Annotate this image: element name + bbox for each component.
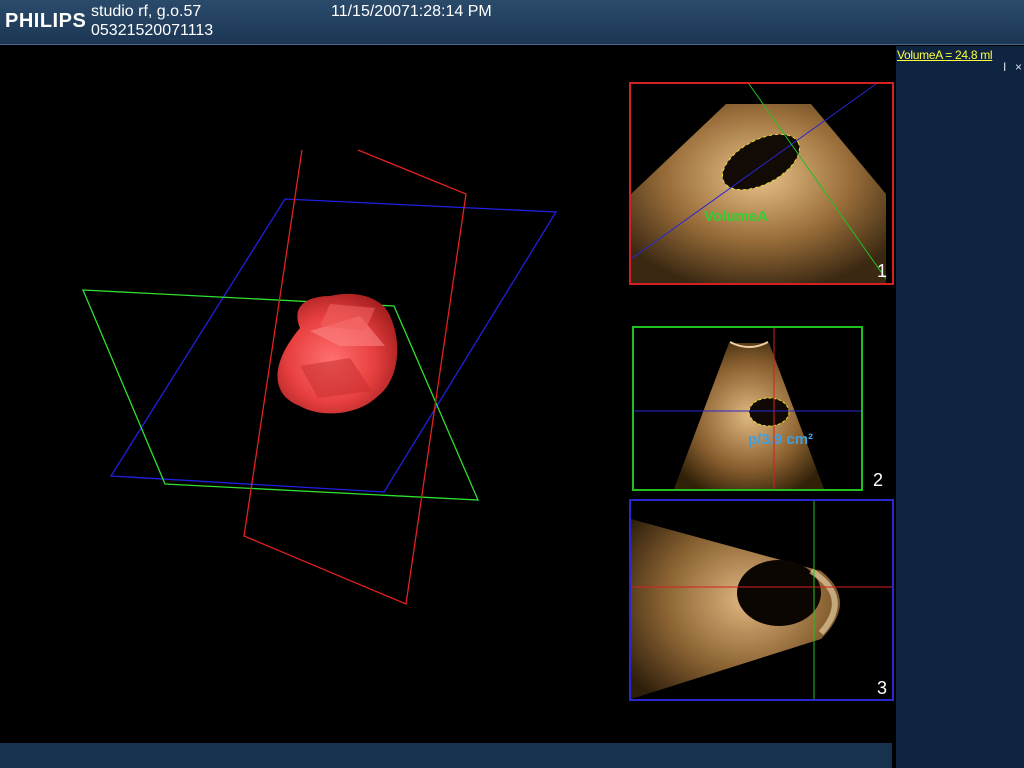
header-bar: PHILIPS studio rf, g.o.57 05321520071113…	[0, 0, 1024, 45]
view-2-annotation: p/3.9 cm²	[748, 431, 814, 448]
volume-measurement-label[interactable]: VolumeA = 24.8 ml	[897, 48, 993, 62]
ultrasound-view-2[interactable]: p/3.9 cm²	[632, 326, 863, 491]
text-cursor-icon[interactable]: I	[1003, 60, 1006, 74]
close-icon[interactable]: ×	[1015, 60, 1022, 74]
footer-bar	[0, 743, 892, 768]
green-plane	[81, 289, 480, 501]
view-2-image	[634, 328, 861, 489]
measurement-side-panel	[896, 46, 1024, 768]
study-datetime: 11/15/20071:28:14 PM	[331, 3, 492, 20]
study-name: studio rf, g.o.57	[91, 3, 202, 20]
view-1-number: 1	[877, 261, 888, 281]
philips-logo: PHILIPS	[5, 10, 87, 32]
ultrasound-view-3[interactable]: 3	[629, 499, 894, 701]
view-1-image	[631, 84, 887, 283]
study-id: 05321520071113	[91, 22, 214, 39]
view-1-annotation: VolumeA	[704, 208, 768, 225]
view-3-number: 3	[877, 678, 888, 698]
3d-volume-viewport[interactable]	[0, 46, 625, 743]
ultrasound-view-1[interactable]: VolumeA 1	[629, 82, 894, 285]
view-3-image	[631, 501, 892, 699]
segmented-volume-object	[277, 293, 398, 414]
view-2-number-label: 2	[873, 470, 884, 490]
